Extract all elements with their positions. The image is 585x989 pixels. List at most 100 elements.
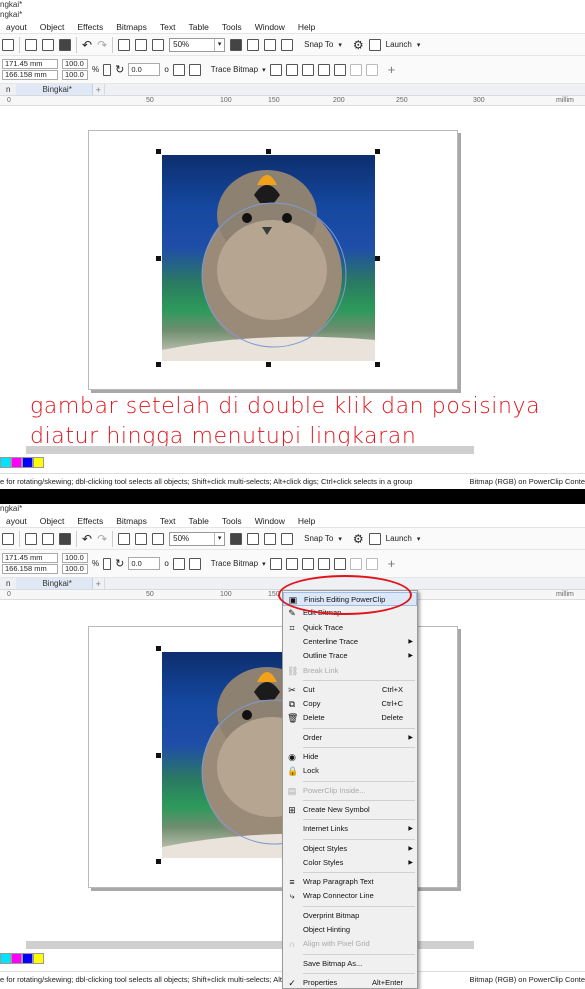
paste-icon[interactable]	[59, 38, 71, 51]
bitmap-settings-icon[interactable]	[333, 557, 346, 570]
grid-icon[interactable]	[264, 532, 277, 545]
mirror-h-icon[interactable]	[172, 63, 185, 76]
selection-handle[interactable]	[156, 256, 161, 261]
selection-handle[interactable]	[156, 859, 161, 864]
plus-icon[interactable]: +	[388, 62, 396, 77]
stack-icon[interactable]	[365, 63, 378, 76]
width-field[interactable]: 171.45 mm	[2, 553, 58, 563]
menu-item-save-bitmap-as[interactable]: Save Bitmap As...	[283, 957, 417, 971]
mirror-h-icon[interactable]	[172, 557, 185, 570]
export-icon[interactable]	[135, 38, 148, 51]
menu-help[interactable]: Help	[292, 20, 322, 33]
swatch-magenta[interactable]	[11, 953, 22, 964]
frame-icon[interactable]	[317, 557, 330, 570]
stack-icon[interactable]	[365, 557, 378, 570]
selection-handle[interactable]	[375, 362, 380, 367]
rulers-icon[interactable]	[247, 532, 260, 545]
swatch-cyan[interactable]	[0, 457, 11, 468]
menu-text[interactable]: Text	[154, 514, 183, 527]
export-icon[interactable]	[135, 532, 148, 545]
menu-layout[interactable]: ayout	[0, 20, 34, 33]
redo-icon[interactable]: ↷	[97, 532, 107, 546]
height-field[interactable]: 166.158 mm	[2, 70, 58, 80]
launch-icon[interactable]	[368, 38, 381, 51]
rotation-field[interactable]: 0.0	[128, 63, 161, 76]
selection-handle[interactable]	[375, 149, 380, 154]
swatch-cyan[interactable]	[0, 953, 11, 964]
menu-item-lock[interactable]: 🔒 Lock	[283, 764, 417, 778]
swatch-magenta[interactable]	[11, 457, 22, 468]
menu-item-delete[interactable]: 🗑 Delete Delete	[283, 711, 417, 725]
menu-item-hide[interactable]: ◉ Hide	[283, 750, 417, 764]
menu-window[interactable]: Window	[249, 20, 292, 33]
publish-icon[interactable]	[2, 38, 14, 51]
menu-item-order[interactable]: Order ▶	[283, 731, 417, 745]
menu-tools[interactable]: Tools	[216, 514, 249, 527]
lock-ratio-icon[interactable]	[103, 557, 112, 570]
grid-icon[interactable]	[264, 38, 277, 51]
zoom-select[interactable]: 50%	[169, 531, 226, 546]
edit-bitmap-icon[interactable]	[301, 557, 314, 570]
import-icon[interactable]	[118, 38, 131, 51]
gear-icon[interactable]: ⚙	[353, 532, 364, 546]
copy-icon[interactable]	[42, 532, 54, 545]
menu-object[interactable]: Object	[34, 20, 72, 33]
scale-x-field[interactable]: 100.0	[62, 553, 88, 563]
plus-icon[interactable]: +	[388, 556, 396, 571]
bird-bitmap[interactable]	[162, 155, 375, 361]
chevron-down-icon[interactable]: ▾	[262, 66, 266, 74]
menu-item-create-new-symbol[interactable]: ⊞ Create New Symbol	[283, 803, 417, 817]
tab-left[interactable]: n	[0, 84, 16, 95]
tab-bingkai[interactable]: Bingkai*	[16, 84, 93, 95]
menu-item-object-hinting[interactable]: Object Hinting	[283, 923, 417, 937]
lock-ratio-icon[interactable]	[103, 63, 112, 76]
menu-item-wrap-connector-line[interactable]: ⤷ Wrap Connector Line	[283, 889, 417, 903]
horizontal-scrollbar[interactable]	[26, 446, 474, 454]
menu-item-properties[interactable]: ✓ Properties Alt+Enter	[283, 976, 417, 989]
menu-item-outline-trace[interactable]: Outline Trace ▶	[283, 649, 417, 663]
snap-to-button[interactable]: Snap To	[304, 40, 333, 49]
mirror-v-icon[interactable]	[188, 63, 201, 76]
resample-icon[interactable]	[285, 557, 298, 570]
chevron-down-icon[interactable]: ▾	[417, 41, 421, 49]
swatch-yellow[interactable]	[33, 457, 44, 468]
menu-item-quick-trace[interactable]: ⌗ Quick Trace	[283, 621, 417, 635]
cut-icon[interactable]	[25, 532, 37, 545]
cut-icon[interactable]	[25, 38, 37, 51]
menu-item-overprint-bitmap[interactable]: Overprint Bitmap	[283, 909, 417, 923]
menu-effects[interactable]: Effects	[71, 20, 110, 33]
swatch-blue[interactable]	[22, 457, 33, 468]
menu-help[interactable]: Help	[292, 514, 322, 527]
scale-x-field[interactable]: 100.0	[62, 59, 88, 69]
selection-handle[interactable]	[156, 753, 161, 758]
import-icon[interactable]	[118, 532, 131, 545]
selection-handle[interactable]	[156, 149, 161, 154]
scale-y-field[interactable]: 100.0	[62, 564, 88, 574]
snap-to-button[interactable]: Snap To	[304, 534, 333, 543]
resample-icon[interactable]	[285, 63, 298, 76]
tab-bingkai[interactable]: Bingkai*	[16, 578, 93, 589]
full-screen-icon[interactable]	[230, 532, 243, 545]
selection-handle[interactable]	[266, 362, 271, 367]
menu-item-copy[interactable]: ⧉ Copy Ctrl+C	[283, 697, 417, 711]
layers-icon[interactable]	[349, 63, 362, 76]
menu-item-wrap-paragraph-text[interactable]: ≡ Wrap Paragraph Text	[283, 875, 417, 889]
frame-icon[interactable]	[317, 63, 330, 76]
menu-layout[interactable]: ayout	[0, 514, 34, 527]
selection-handle[interactable]	[375, 256, 380, 261]
menu-item-internet-links[interactable]: Internet Links ▶	[283, 822, 417, 836]
trace-bitmap-button[interactable]: Trace Bitmap	[211, 65, 258, 74]
publish-icon[interactable]	[2, 532, 14, 545]
mirror-v-icon[interactable]	[188, 557, 201, 570]
selection-handle[interactable]	[156, 362, 161, 367]
menu-item-centerline-trace[interactable]: Centerline Trace ▶	[283, 635, 417, 649]
height-field[interactable]: 166.158 mm	[2, 564, 58, 574]
menu-table[interactable]: Table	[183, 20, 216, 33]
menu-bitmaps[interactable]: Bitmaps	[110, 514, 154, 527]
menu-bitmaps[interactable]: Bitmaps	[110, 20, 154, 33]
menu-item-cut[interactable]: ✂ Cut Ctrl+X	[283, 683, 417, 697]
full-screen-icon[interactable]	[230, 38, 243, 51]
guidelines-icon[interactable]	[281, 532, 294, 545]
copy-icon[interactable]	[42, 38, 54, 51]
swatch-blue[interactable]	[22, 953, 33, 964]
